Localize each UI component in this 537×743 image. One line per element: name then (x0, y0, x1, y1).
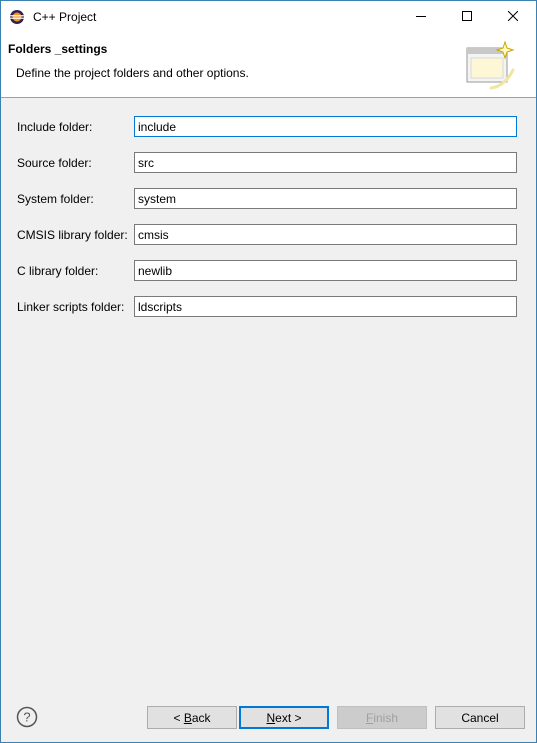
next-button[interactable]: Next > (239, 706, 329, 729)
source-folder-input[interactable] (134, 152, 517, 173)
wizard-banner: Folders _settings Define the project fol… (1, 32, 536, 98)
c-library-folder-input[interactable] (134, 260, 517, 281)
linker-scripts-folder-input[interactable] (134, 296, 517, 317)
cmsis-folder-label: CMSIS library folder: (17, 228, 128, 242)
back-button-mnemonic: B (183, 710, 192, 725)
cmsis-folder-input[interactable] (134, 224, 517, 245)
next-button-mnemonic: N (266, 710, 276, 725)
eclipse-app-icon (9, 9, 25, 25)
close-button[interactable] (490, 1, 536, 31)
include-folder-row: Include folder: (1, 116, 536, 138)
help-icon[interactable]: ? (16, 706, 38, 728)
close-icon (508, 11, 518, 21)
window-title: C++ Project (33, 10, 97, 24)
finish-button-rest: inish (373, 710, 399, 725)
wizard-window-icon (461, 40, 517, 92)
title-bar[interactable]: C++ Project (1, 1, 536, 32)
system-folder-row: System folder: (1, 188, 536, 210)
cmsis-folder-row: CMSIS library folder: (1, 224, 536, 246)
back-button-rest: ack (191, 710, 211, 725)
minimize-button[interactable] (398, 1, 444, 31)
svg-text:?: ? (23, 710, 30, 725)
source-folder-row: Source folder: (1, 152, 536, 174)
source-folder-label: Source folder: (17, 156, 92, 170)
back-button[interactable]: < Back (147, 706, 237, 729)
include-folder-label: Include folder: (17, 120, 93, 134)
dialog-window: C++ Project Folders _settings Define the… (0, 0, 537, 743)
system-folder-label: System folder: (17, 192, 94, 206)
cancel-button[interactable]: Cancel (435, 706, 525, 729)
finish-button[interactable]: Finish (337, 706, 427, 729)
c-library-folder-label: C library folder: (17, 264, 99, 278)
include-folder-input[interactable] (134, 116, 517, 137)
finish-button-mnemonic: F (365, 710, 374, 725)
page-description: Define the project folders and other opt… (16, 66, 249, 80)
maximize-icon (462, 11, 472, 21)
linker-scripts-folder-row: Linker scripts folder: (1, 296, 536, 318)
minimize-icon (416, 16, 426, 17)
c-library-folder-row: C library folder: (1, 260, 536, 282)
next-button-rest: ext > (275, 710, 302, 725)
page-title: Folders _settings (8, 42, 108, 56)
maximize-button[interactable] (444, 1, 490, 31)
form-area: Include folder: Source folder: System fo… (1, 99, 536, 699)
cancel-button-label: Cancel (461, 710, 499, 725)
linker-scripts-folder-label: Linker scripts folder: (17, 300, 125, 314)
back-button-prefix: < (173, 710, 184, 725)
system-folder-input[interactable] (134, 188, 517, 209)
